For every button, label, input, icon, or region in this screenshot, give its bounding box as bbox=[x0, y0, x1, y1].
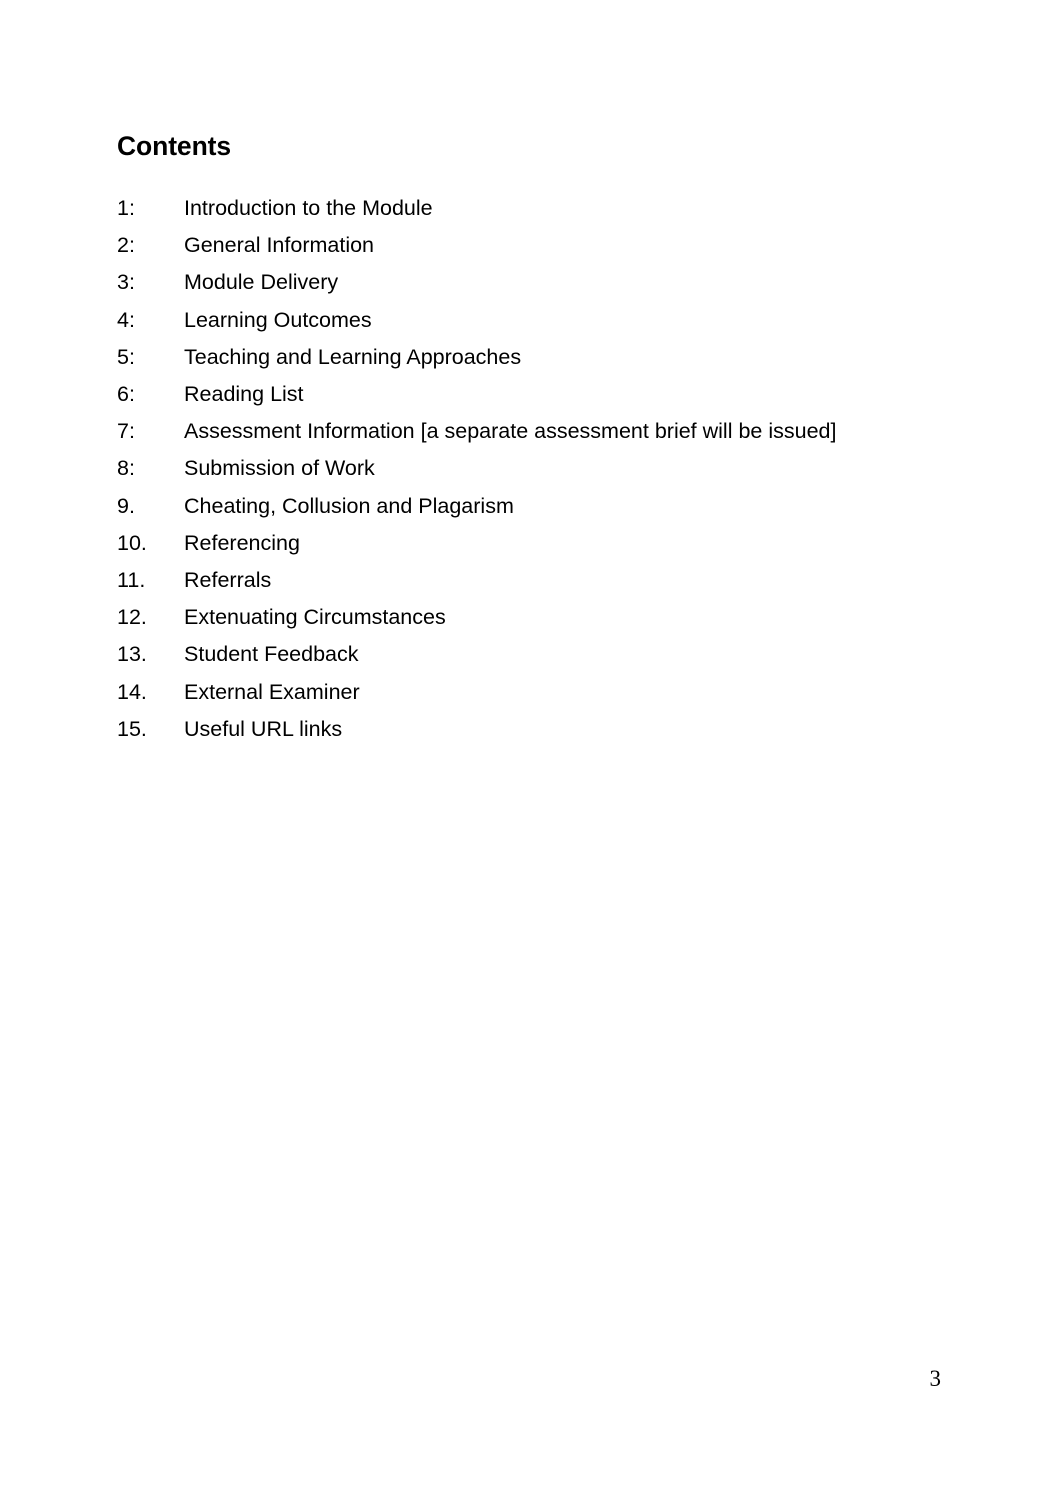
toc-item-number: 8: bbox=[117, 456, 135, 481]
toc-item-number: 6: bbox=[117, 382, 135, 407]
toc-item-number: 3: bbox=[117, 270, 135, 295]
list-item[interactable]: 12. Extenuating Circumstances bbox=[117, 599, 947, 636]
page-content: Contents 1: Introduction to the Module 2… bbox=[117, 131, 947, 748]
document-page: Contents 1: Introduction to the Module 2… bbox=[0, 0, 1062, 1506]
toc-item-label: Teaching and Learning Approaches bbox=[184, 344, 522, 369]
toc-item-number: 5: bbox=[117, 344, 135, 369]
toc-item-label: Learning Outcomes bbox=[184, 307, 372, 332]
list-item[interactable]: 5: Teaching and Learning Approaches bbox=[117, 339, 947, 376]
toc-item-label: Cheating, Collusion and Plagarism bbox=[184, 493, 514, 518]
list-item[interactable]: 8: Submission of Work bbox=[117, 450, 947, 487]
toc-item-label: Extenuating Circumstances bbox=[184, 605, 446, 630]
toc-item-number: 15. bbox=[117, 716, 147, 741]
list-item[interactable]: 7: Assessment Information [a separate as… bbox=[117, 413, 947, 450]
toc-item-number: 14. bbox=[117, 679, 147, 704]
page-title: Contents bbox=[117, 131, 232, 161]
toc-item-number: 10. bbox=[117, 530, 147, 555]
toc-item-label: Module Delivery bbox=[184, 270, 339, 295]
list-item[interactable]: 9. Cheating, Collusion and Plagarism bbox=[117, 488, 947, 525]
toc-item-number: 13. bbox=[117, 642, 147, 667]
toc-item-label: Submission of Work bbox=[184, 456, 375, 481]
list-item[interactable]: 11. Referrals bbox=[117, 562, 947, 599]
toc-item-label: Useful URL links bbox=[184, 716, 343, 741]
table-of-contents-list: 1: Introduction to the Module 2: General… bbox=[117, 190, 947, 748]
toc-item-label: Reading List bbox=[184, 382, 304, 407]
toc-item-label: External Examiner bbox=[184, 679, 360, 704]
toc-item-number: 12. bbox=[117, 605, 147, 630]
toc-item-label: Introduction to the Module bbox=[184, 196, 433, 220]
toc-item-number: 1: bbox=[117, 196, 135, 220]
page-number: 3 bbox=[929, 1366, 942, 1391]
list-item[interactable]: 10. Referencing bbox=[117, 525, 947, 562]
toc-item-number: 4: bbox=[117, 307, 135, 332]
list-item[interactable]: 13. Student Feedback bbox=[117, 636, 947, 673]
toc-item-label: Referrals bbox=[184, 568, 272, 593]
list-item[interactable]: 4: Learning Outcomes bbox=[117, 302, 947, 339]
toc-item-number: 7: bbox=[117, 419, 135, 444]
list-item[interactable]: 2: General Information bbox=[117, 227, 947, 264]
toc-item-label: Referencing bbox=[184, 530, 300, 555]
toc-item-label: Student Feedback bbox=[184, 642, 359, 667]
list-item[interactable]: 1: Introduction to the Module bbox=[117, 190, 947, 227]
toc-item-label: Assessment Information [a separate asses… bbox=[184, 419, 837, 444]
list-item[interactable]: 15. Useful URL links bbox=[117, 711, 947, 748]
list-item[interactable]: 14. External Examiner bbox=[117, 674, 947, 711]
toc-item-number: 2: bbox=[117, 233, 135, 258]
list-item[interactable]: 6: Reading List bbox=[117, 376, 947, 413]
list-item[interactable]: 3: Module Delivery bbox=[117, 264, 947, 301]
toc-item-number: 9. bbox=[117, 493, 135, 518]
toc-item-label: General Information bbox=[184, 233, 375, 258]
toc-item-number: 11. bbox=[117, 568, 146, 593]
